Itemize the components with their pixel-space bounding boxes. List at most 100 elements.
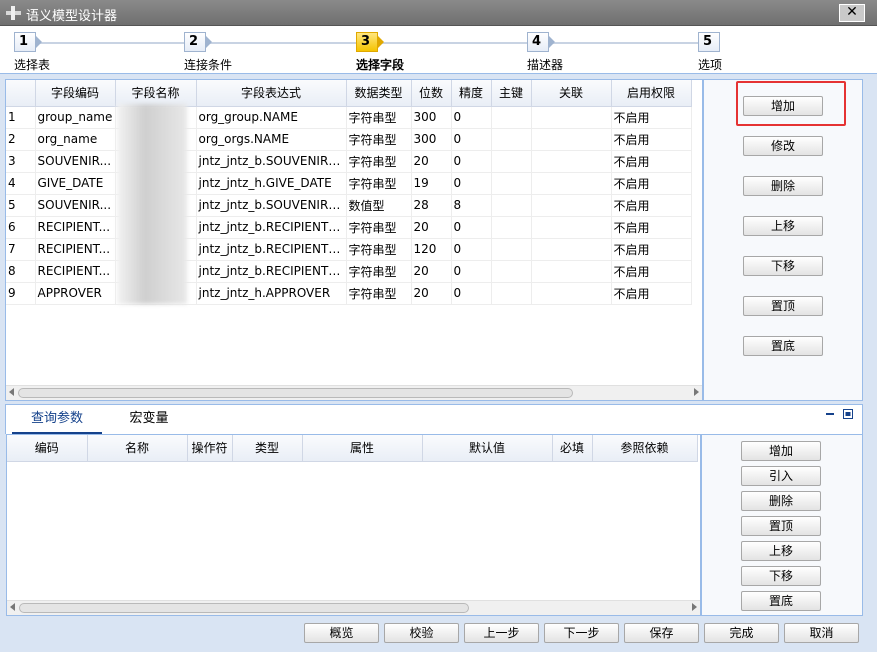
fields-col-header[interactable]: 位数: [411, 80, 452, 107]
prev-step-button[interactable]: 上一步: [464, 623, 539, 643]
step-connector: [208, 42, 356, 44]
fields-col-header[interactable]: 字段名称: [115, 80, 197, 107]
validate-button[interactable]: 校验: [384, 623, 459, 643]
next-step-button[interactable]: 下一步: [544, 623, 619, 643]
fields-col-header[interactable]: [6, 80, 36, 107]
params-col-header[interactable]: 必填: [552, 435, 593, 462]
overview-button[interactable]: 概览: [304, 623, 379, 643]
table-row[interactable]: 4 GIVE_DATE jntz_jntz_h.GIVE_DATE 字符串型 19 0 不启…: [6, 172, 692, 195]
table-row[interactable]: 6 RECIPIENT... jntz_jntz_b.RECIPIENT_... 字符…: [6, 216, 692, 239]
table-cell: 19: [411, 172, 452, 195]
edit-field-button[interactable]: 修改: [743, 136, 823, 156]
fields-col-header[interactable]: 数据类型: [346, 80, 412, 107]
scroll-left-icon[interactable]: [9, 388, 14, 396]
table-cell: [531, 282, 612, 305]
table-cell: 6: [6, 216, 36, 239]
table-cell: RECIPIENT...: [35, 260, 116, 283]
params-col-header[interactable]: 名称: [87, 435, 188, 462]
table-cell: 2: [6, 128, 36, 151]
table-row[interactable]: 8 RECIPIENT... jntz_jntz_b.RECIPIENT_... 字符…: [6, 260, 692, 283]
table-row[interactable]: 1 group_name org_group.NAME 字符串型 300 0 不启用: [6, 106, 692, 129]
table-cell: [491, 150, 532, 173]
params-hscrollbar[interactable]: [7, 600, 700, 615]
move-down-param-button[interactable]: 下移: [741, 566, 821, 586]
tab-macro-vars[interactable]: 宏变量: [104, 405, 194, 434]
params-col-header[interactable]: 属性: [302, 435, 423, 462]
params-col-header[interactable]: 类型: [232, 435, 303, 462]
scroll-thumb[interactable]: [19, 603, 469, 613]
delete-field-button[interactable]: 删除: [743, 176, 823, 196]
scroll-left-icon[interactable]: [10, 603, 15, 611]
params-col-header[interactable]: 默认值: [422, 435, 553, 462]
delete-param-button[interactable]: 删除: [741, 491, 821, 511]
fields-col-header[interactable]: 启用权限: [611, 80, 692, 107]
import-param-button[interactable]: 引入: [741, 466, 821, 486]
table-row[interactable]: 3 SOUVENIR... jntz_jntz_b.SOUVENIR_N... 字符串…: [6, 150, 692, 173]
table-cell: 8: [6, 260, 36, 283]
step-label: 描述器: [527, 58, 564, 72]
table-cell: 0: [451, 216, 492, 239]
step-arrow-icon: [377, 35, 384, 49]
scroll-thumb[interactable]: [18, 388, 573, 398]
move-top-field-button[interactable]: 置顶: [743, 296, 823, 316]
close-button[interactable]: ✕: [839, 4, 865, 22]
move-top-param-button[interactable]: 置顶: [741, 516, 821, 536]
cancel-button[interactable]: 取消: [784, 623, 859, 643]
move-up-field-button[interactable]: 上移: [743, 216, 823, 236]
fields-col-header[interactable]: 字段编码: [35, 80, 116, 107]
table-row[interactable]: 7 RECIPIENT... jntz_jntz_b.RECIPIENT_... 字符…: [6, 238, 692, 261]
table-row[interactable]: 5 SOUVENIR... jntz_jntz_b.SOUVENIR_C... 数值型…: [6, 194, 692, 217]
move-up-param-button[interactable]: 上移: [741, 541, 821, 561]
params-col-header[interactable]: 参照依赖: [592, 435, 698, 462]
params-grid-panel: 编码 名称 操作符 类型 属性 默认值 必填 参照依赖: [6, 434, 701, 616]
table-cell: 7: [6, 238, 36, 261]
table-cell: 字符串型: [346, 238, 412, 261]
scroll-right-icon[interactable]: [694, 388, 699, 396]
table-cell: 字符串型: [346, 128, 412, 151]
table-row[interactable]: 2 org_name org_orgs.NAME 字符串型 300 0 不启用: [6, 128, 692, 151]
table-cell: 0: [451, 128, 492, 151]
table-row[interactable]: 9 APPROVER jntz_jntz_h.APPROVER 字符串型 20 0 不启用: [6, 282, 692, 305]
save-button[interactable]: 保存: [624, 623, 699, 643]
table-cell: [491, 172, 532, 195]
title-bar[interactable]: 语义模型设计器 ✕: [0, 0, 877, 26]
fields-hscrollbar[interactable]: [6, 385, 702, 400]
params-col-header[interactable]: 编码: [7, 435, 88, 462]
finish-button[interactable]: 完成: [704, 623, 779, 643]
table-cell: [531, 194, 612, 217]
table-cell: 字符串型: [346, 106, 412, 129]
maximize-icon[interactable]: [843, 409, 853, 419]
table-cell: 字符串型: [346, 150, 412, 173]
bottom-tab-strip: 查询参数 宏变量: [5, 404, 863, 434]
move-down-field-button[interactable]: 下移: [743, 256, 823, 276]
table-cell: 字符串型: [346, 260, 412, 283]
table-cell: 300: [411, 128, 452, 151]
scroll-right-icon[interactable]: [692, 603, 697, 611]
fields-col-header[interactable]: 主键: [491, 80, 532, 107]
param-buttons-panel: 增加引入删除置顶上移下移置底: [701, 434, 863, 616]
table-cell: jntz_jntz_h.GIVE_DATE: [196, 172, 347, 195]
table-cell: group_name: [35, 106, 116, 129]
add-param-button[interactable]: 增加: [741, 441, 821, 461]
step-connector: [378, 42, 528, 44]
move-bottom-field-button[interactable]: 置底: [743, 336, 823, 356]
fields-col-header[interactable]: 关联: [531, 80, 612, 107]
table-cell: 0: [451, 260, 492, 283]
table-cell: 不启用: [611, 260, 692, 283]
table-cell: 不启用: [611, 106, 692, 129]
params-col-header[interactable]: 操作符: [187, 435, 233, 462]
fields-col-header[interactable]: 字段表达式: [196, 80, 347, 107]
wizard-steps: 1 选择表 2 连接条件 3 选择字段 4 描述器 5 选项: [0, 26, 877, 74]
fields-grid-panel: 字段编码 字段名称 字段表达式 数据类型 位数 精度 主键 关联 启用权限 1 group_nam…: [5, 79, 703, 401]
table-cell: SOUVENIR...: [35, 194, 116, 217]
tab-query-params[interactable]: 查询参数: [12, 405, 102, 434]
move-bottom-param-button[interactable]: 置底: [741, 591, 821, 611]
table-cell: 0: [451, 150, 492, 173]
step-number: 3: [356, 32, 378, 52]
table-cell: 不启用: [611, 150, 692, 173]
minimize-icon[interactable]: [825, 409, 835, 419]
table-cell: 不启用: [611, 238, 692, 261]
table-cell: jntz_jntz_h.APPROVER: [196, 282, 347, 305]
fields-col-header[interactable]: 精度: [451, 80, 492, 107]
table-cell: RECIPIENT...: [35, 238, 116, 261]
